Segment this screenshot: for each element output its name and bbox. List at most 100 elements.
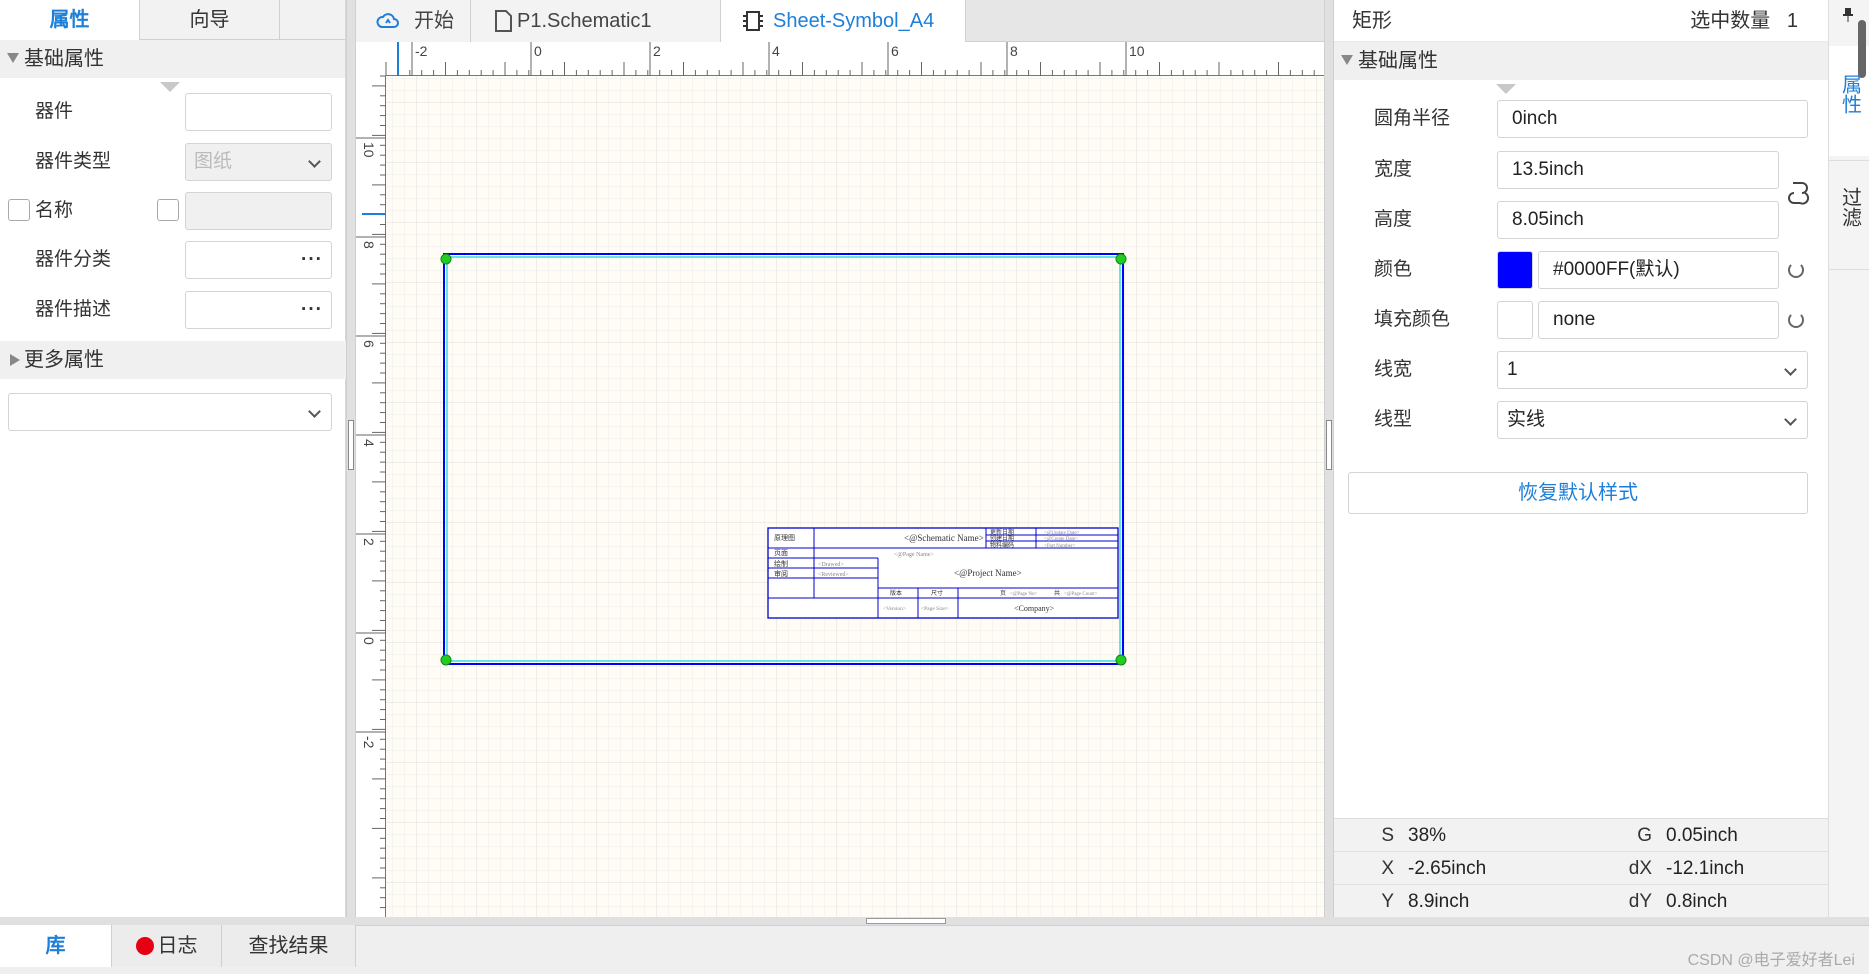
ruler-label: 6 bbox=[891, 43, 899, 59]
more-properties-header[interactable]: 更多属性 bbox=[0, 341, 346, 379]
tb-label-schematic: 原理图 bbox=[774, 534, 795, 542]
ruler-label: 8 bbox=[1010, 43, 1018, 59]
splitter-grip[interactable] bbox=[866, 918, 946, 924]
more-options-icon[interactable]: ··· bbox=[301, 292, 323, 328]
ruler-label: 6 bbox=[361, 340, 377, 348]
tab-start-page[interactable]: 开始页 bbox=[356, 0, 471, 74]
more-options-icon[interactable]: ··· bbox=[301, 242, 323, 278]
watermark: CSDN @电子爱好者Lei bbox=[1687, 952, 1855, 969]
reset-color-icon[interactable] bbox=[1788, 262, 1804, 278]
tab-p1-schematic[interactable]: P1.Schematic1 bbox=[471, 0, 721, 42]
tab-sheet-symbol[interactable]: Sheet-Symbol_A4 bbox=[721, 0, 966, 42]
fill-color-swatch[interactable] bbox=[1497, 301, 1533, 339]
restore-default-style-button[interactable]: 恢复默认样式 bbox=[1348, 472, 1808, 514]
line-type-select[interactable]: 实线 bbox=[1497, 401, 1808, 439]
bottom-tabs: 库 日志 查找结果 bbox=[0, 925, 356, 967]
tb-page-no: <@Page No> bbox=[1010, 592, 1038, 597]
resize-handle-top-left[interactable] bbox=[440, 253, 452, 265]
document-icon bbox=[495, 10, 512, 32]
name-visible-checkbox[interactable] bbox=[8, 199, 30, 221]
line-width-select[interactable]: 1 bbox=[1497, 351, 1808, 389]
rp-basic-properties-header[interactable]: 基础属性 bbox=[1334, 42, 1828, 80]
tab-log[interactable]: 日志 bbox=[112, 925, 222, 967]
color-input[interactable]: #0000FF(默认) bbox=[1538, 251, 1779, 289]
resize-handle-bottom-left[interactable] bbox=[440, 654, 452, 666]
selection-count: 选中数量 1 bbox=[1690, 0, 1798, 42]
height-input[interactable]: 8.05inch bbox=[1497, 201, 1779, 239]
tab-search-results[interactable]: 查找结果 bbox=[222, 925, 356, 967]
fill-color-input[interactable]: none bbox=[1538, 301, 1779, 339]
side-tab-filter-label: 过滤 bbox=[1838, 187, 1861, 227]
tab-guide[interactable]: 向导 bbox=[140, 0, 280, 40]
status-g-label: G bbox=[1637, 825, 1652, 846]
ruler-label: 0 bbox=[361, 637, 377, 645]
editor-area: 开始页 P1.Schematic1 Sheet-Symbol_A4 bbox=[356, 0, 1324, 917]
color-row: 颜色 #0000FF(默认) bbox=[1334, 250, 1828, 290]
name-label: 名称 bbox=[35, 200, 74, 221]
canvas-svg[interactable]: -2 0 2 4 6 8 10 1086420-2 原理图 <@Schemati… bbox=[356, 42, 1324, 917]
more-properties-select[interactable] bbox=[8, 393, 332, 431]
ruler-label: 4 bbox=[361, 439, 377, 447]
tab-library[interactable]: 库 bbox=[0, 925, 112, 967]
tb-project-name: <@Project Name> bbox=[954, 568, 1022, 578]
status-s-value: 38% bbox=[1408, 825, 1447, 846]
category-input[interactable]: ··· bbox=[185, 241, 332, 279]
tb-page-count: <@Page Count> bbox=[1064, 592, 1098, 597]
component-input[interactable] bbox=[185, 93, 332, 131]
side-tab-filter[interactable]: 过滤 bbox=[1829, 160, 1869, 270]
name-checkbox[interactable] bbox=[157, 199, 179, 221]
tb-label-page-word: 页 bbox=[1000, 590, 1006, 597]
status-row-y: Y 8.9inch dY 0.8inch bbox=[1334, 885, 1828, 918]
status-row-x: X -2.65inch dX -12.1inch bbox=[1334, 852, 1828, 885]
status-dy-value: 0.8inch bbox=[1666, 891, 1728, 912]
line-width-row: 线宽 1 bbox=[1334, 350, 1828, 390]
tb-create-date: <@Create Date> bbox=[1044, 537, 1078, 542]
right-panel-header: 矩形 选中数量 1 bbox=[1334, 0, 1828, 42]
color-swatch[interactable] bbox=[1497, 251, 1533, 289]
corner-radius-row: 圆角半径 0inch bbox=[1334, 99, 1828, 139]
basic-properties-header[interactable]: 基础属性 bbox=[0, 40, 345, 78]
top-ruler: -2 0 2 4 6 8 10 bbox=[385, 42, 1324, 76]
description-input[interactable]: ··· bbox=[185, 291, 332, 329]
ruler-label: 0 bbox=[534, 43, 542, 59]
name-input bbox=[185, 192, 332, 230]
scrollbar-thumb[interactable] bbox=[1858, 20, 1866, 78]
ruler-label: -2 bbox=[361, 736, 377, 749]
line-type-label: 线型 bbox=[1374, 409, 1413, 430]
corner-radius-input[interactable]: 0inch bbox=[1497, 100, 1808, 138]
splitter-grip[interactable] bbox=[348, 420, 354, 470]
left-splitter[interactable] bbox=[346, 0, 356, 917]
height-row: 高度 8.05inch bbox=[1334, 200, 1828, 240]
tb-label-size: 尺寸 bbox=[931, 589, 943, 597]
width-input[interactable]: 13.5inch bbox=[1497, 151, 1779, 189]
tb-version: <Version> bbox=[883, 606, 906, 612]
reset-fill-icon[interactable] bbox=[1788, 312, 1804, 328]
chip-icon bbox=[743, 11, 763, 31]
pin-icon[interactable] bbox=[1843, 8, 1853, 22]
resize-handle-top-right[interactable] bbox=[1115, 253, 1127, 265]
drawing-canvas[interactable]: -2 0 2 4 6 8 10 10 8 6 4 2 0 -2 原理图 <@Sc… bbox=[356, 42, 1324, 917]
title-block: 原理图 <@Schematic Name> 页面 <@Page Name> 绘制… bbox=[767, 527, 1119, 619]
height-label: 高度 bbox=[1374, 209, 1413, 230]
width-row: 宽度 13.5inch bbox=[1334, 150, 1828, 190]
chevron-down-icon bbox=[1784, 413, 1797, 426]
more-properties-title: 更多属性 bbox=[24, 349, 104, 371]
status-g-value: 0.05inch bbox=[1666, 825, 1738, 846]
right-splitter[interactable] bbox=[1324, 0, 1334, 917]
status-grid: S 38% G 0.05inch X -2.65inch dX -12.1inc… bbox=[1334, 818, 1828, 918]
ruler-label: 2 bbox=[653, 43, 661, 59]
tb-reviewed: <Reviewed> bbox=[818, 572, 849, 578]
line-width-label: 线宽 bbox=[1374, 359, 1413, 380]
splitter-grip[interactable] bbox=[1326, 420, 1332, 470]
status-y-label: Y bbox=[1381, 891, 1394, 912]
bottom-splitter[interactable] bbox=[0, 917, 1869, 925]
side-tab-strip: 属性 过滤 bbox=[1828, 0, 1869, 917]
tb-label-update: 更新日期 bbox=[990, 528, 1014, 536]
resize-handle-bottom-right[interactable] bbox=[1115, 654, 1127, 666]
cloud-icon bbox=[376, 13, 399, 28]
tab-properties[interactable]: 属性 bbox=[0, 0, 140, 40]
ruler-label: 10 bbox=[361, 142, 377, 158]
fill-color-label: 填充颜色 bbox=[1374, 309, 1451, 330]
chevron-down-icon bbox=[1784, 363, 1797, 376]
corner-radius-label: 圆角半径 bbox=[1374, 108, 1451, 129]
